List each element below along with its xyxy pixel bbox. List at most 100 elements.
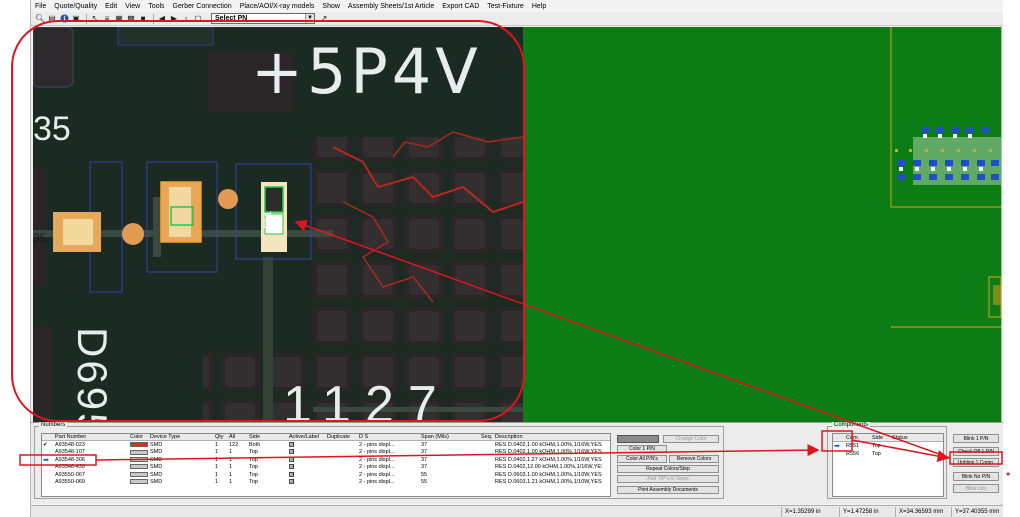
pointer-icon[interactable]: ↖ xyxy=(90,14,100,24)
bottom-panel: Numbers Part Number Color Device Type Qt… xyxy=(31,422,1003,504)
color-swatch[interactable] xyxy=(130,442,148,448)
column-header[interactable]: Com. xyxy=(845,435,871,441)
layers-icon[interactable]: ▦ xyxy=(114,14,124,24)
next-icon[interactable]: ▶ xyxy=(169,14,179,24)
table-row[interactable]: ➡ A93548-306 SMD 1 1 Top ☒ 2 - pins displ... 37 R… xyxy=(42,456,610,464)
menu-quote-quality[interactable]: Quote/Quality xyxy=(54,3,97,10)
menu-place-aoi-xray[interactable]: Place/AOI/X-ray models xyxy=(240,3,315,10)
active-label-cell: ☒ xyxy=(288,456,326,463)
xray-image-view[interactable]: +5P4V 35 35 E51 D695 1127 xyxy=(33,27,523,422)
table-row[interactable]: A93548-430 SMD 1 1 Top ☒ 2 - pins displ... 37 RE… xyxy=(42,464,610,471)
change-color-button[interactable]: Change Color xyxy=(663,435,719,443)
active-checkbox[interactable]: ☒ xyxy=(289,479,294,485)
status-bar: X=1.35299 in Y=1.47258 in X=34.36593 mm … xyxy=(31,505,1003,517)
column-header[interactable]: Span (Mils) xyxy=(420,434,480,440)
active-label-cell: ☒ xyxy=(288,449,326,455)
select-icon[interactable]: ▫ xyxy=(181,14,191,24)
repeat-colors-button[interactable]: Repeat Colors/Step xyxy=(617,465,719,473)
menu-assembly-sheets[interactable]: Assembly Sheets/1st Article xyxy=(348,3,434,10)
active-checkbox[interactable]: ☒ xyxy=(289,449,294,455)
table-row[interactable]: ✔ A93548-023 SMD 1 122 Both ☒ 2 - pins displ...… xyxy=(42,441,610,448)
column-header[interactable]: Seq. xyxy=(480,434,494,440)
menu-test-fixture[interactable]: Test-Fixture xyxy=(487,3,524,10)
label-e51: E51 xyxy=(262,211,274,229)
color-cell xyxy=(129,456,149,463)
color-swatch[interactable] xyxy=(130,456,148,462)
color-swatch[interactable] xyxy=(130,479,148,485)
column-header[interactable]: Duplicate xyxy=(326,434,358,440)
qty-cell: 1 xyxy=(215,464,219,471)
ds-cell: 2 - pins displ... xyxy=(359,442,395,449)
board-graphic xyxy=(523,27,1001,422)
column-header[interactable]: D S xyxy=(358,434,420,440)
table-row[interactable]: A93550-067 SMD 1 1 Top ☒ 2 - pins displ... 55 RE… xyxy=(42,471,610,478)
cad-board-view[interactable] xyxy=(523,27,1001,422)
part-number-cell: A93548-430 xyxy=(55,464,85,471)
color-swatch[interactable] xyxy=(130,471,148,477)
column-header[interactable]: Qty xyxy=(214,434,228,440)
column-header[interactable]: Description xyxy=(494,434,602,440)
color-all-pn-button[interactable]: Color All P/N's xyxy=(617,455,667,463)
table-row[interactable]: ➡ R551 Top xyxy=(833,442,943,450)
blink-one-pn-button[interactable]: Blink 1 P/N xyxy=(953,434,999,443)
chevron-down-icon[interactable]: ▼ xyxy=(305,14,314,23)
column-header[interactable]: Side xyxy=(248,434,288,440)
unblink-one-comp-button[interactable]: Unblink 1 Comp. xyxy=(953,458,999,467)
color-one-pn-button[interactable]: Color 1 P/N xyxy=(617,445,667,453)
menu-view[interactable]: View xyxy=(125,3,140,10)
active-checkbox[interactable]: ☒ xyxy=(289,471,294,477)
ds-cell: 2 - pins displ... xyxy=(359,464,395,471)
column-header[interactable]: All xyxy=(228,434,248,440)
active-checkbox[interactable]: ☒ xyxy=(289,442,294,448)
table-row[interactable]: A93550-069 SMD 1 1 Top ☒ 2 - pins displ... 55 RE… xyxy=(42,478,610,485)
blink-info-button[interactable]: Blink Info xyxy=(953,484,999,493)
part-number-cell: A93550-069 xyxy=(55,479,85,486)
previous-icon[interactable]: ◀ xyxy=(157,14,167,24)
color-swatch[interactable] xyxy=(130,464,148,470)
print-icon[interactable]: ▤ xyxy=(47,14,57,24)
window-icon[interactable]: ▢ xyxy=(193,14,203,24)
grid-icon[interactable]: ▩ xyxy=(126,14,136,24)
device-type-cell: SMD xyxy=(150,456,163,463)
table-row[interactable]: R556 Top xyxy=(833,450,943,458)
menu-edit[interactable]: Edit xyxy=(105,3,117,10)
status-y-mm: Y=37.40355 mm xyxy=(951,507,1003,517)
span-cell: 37 xyxy=(421,464,428,471)
arrow-right-icon: ➡ xyxy=(43,456,49,464)
active-checkbox[interactable]: ☒ xyxy=(289,456,294,462)
menu-tools[interactable]: Tools xyxy=(148,3,164,10)
column-header[interactable]: Side xyxy=(871,435,891,441)
qty-cell: 1 xyxy=(215,479,219,486)
menu-help[interactable]: Help xyxy=(532,3,546,10)
column-header[interactable]: Color xyxy=(129,434,149,440)
save-icon[interactable]: ▣ xyxy=(71,14,81,24)
label-35: 35 xyxy=(33,231,47,245)
active-checkbox[interactable]: ☒ xyxy=(289,464,294,470)
column-header[interactable]: Device Type xyxy=(149,434,214,440)
description-cell: RES D.0603,1.21 kOHM,1.00%,1/10W,YES xyxy=(495,479,602,486)
measure-icon[interactable]: ↗ xyxy=(319,14,329,24)
table-row[interactable]: A93548-107 SMD 1 1 Top ☒ 2 - pins displ... 37 RE… xyxy=(42,449,610,456)
column-header[interactable]: Active/Label xyxy=(288,434,326,440)
description-cell: RES D.0402,1.00 kOHM,1.00%,1/16W,YES xyxy=(495,449,602,456)
blink-no-pn-button[interactable]: Blink No P/N xyxy=(953,472,999,481)
menu-show[interactable]: Show xyxy=(322,3,340,10)
list-icon[interactable]: ≡ xyxy=(102,14,112,24)
camera-icon[interactable]: ■ xyxy=(138,14,148,24)
color-swatch[interactable] xyxy=(130,449,148,455)
info-icon[interactable] xyxy=(59,14,69,24)
check-off-one-pn-button[interactable]: Check Off 1 P/N xyxy=(953,447,999,456)
remove-colors-button[interactable]: Remove Colors xyxy=(669,455,719,463)
zoom-icon[interactable]: 🔍︎ xyxy=(35,14,45,24)
toolbar-separator xyxy=(86,13,87,24)
menu-gerber-connection[interactable]: Gerber Connection xyxy=(173,3,232,10)
menu-export-cad[interactable]: Export CAD xyxy=(442,3,479,10)
side-cell: Top xyxy=(249,456,258,463)
ds-cell: 2 - pins displ... xyxy=(359,471,395,478)
column-header[interactable]: Part Number xyxy=(54,434,129,440)
menu-file[interactable]: File xyxy=(35,3,46,10)
column-header[interactable]: Status xyxy=(891,435,931,441)
print-assembly-documents-button[interactable]: Print Assembly Documents xyxy=(617,486,719,494)
part-number-select[interactable]: Select PN ▼ xyxy=(211,13,315,24)
add-tps-to-steps-button[interactable]: Add T/P's to Steps xyxy=(617,475,719,483)
